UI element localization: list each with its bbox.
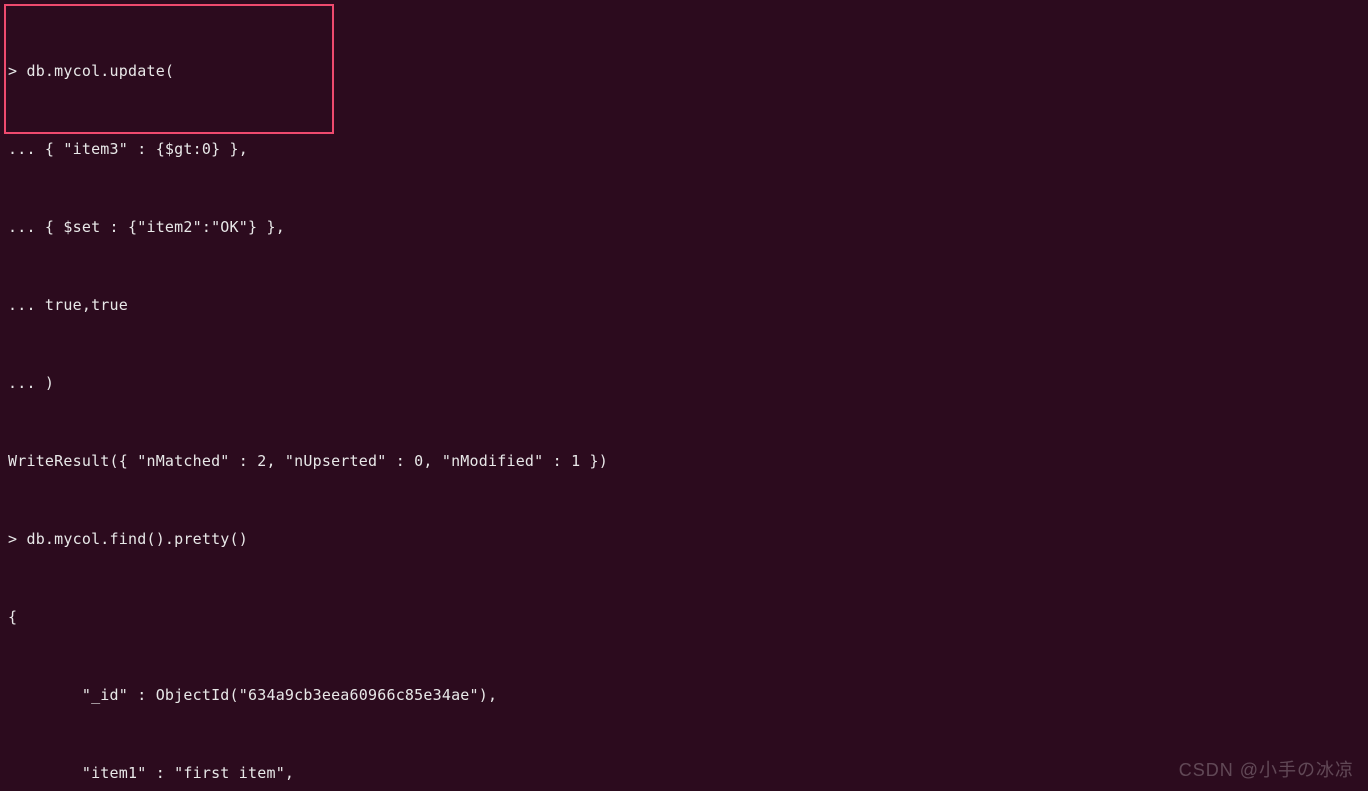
terminal-line: ... { "item3" : {$gt:0} }, <box>8 136 1360 162</box>
terminal-line: WriteResult({ "nMatched" : 2, "nUpserted… <box>8 448 1360 474</box>
terminal-line: ... true,true <box>8 292 1360 318</box>
terminal-line: ... { $set : {"item2":"OK"} }, <box>8 214 1360 240</box>
terminal-line: "item1" : "first item", <box>8 760 1360 786</box>
terminal-line: "_id" : ObjectId("634a9cb3eea60966c85e34… <box>8 682 1360 708</box>
terminal-line: > db.mycol.find().pretty() <box>8 526 1360 552</box>
terminal-line: { <box>8 604 1360 630</box>
terminal-line: > db.mycol.update( <box>8 58 1360 84</box>
terminal-output[interactable]: > db.mycol.update( ... { "item3" : {$gt:… <box>0 0 1368 791</box>
terminal-line: ... ) <box>8 370 1360 396</box>
